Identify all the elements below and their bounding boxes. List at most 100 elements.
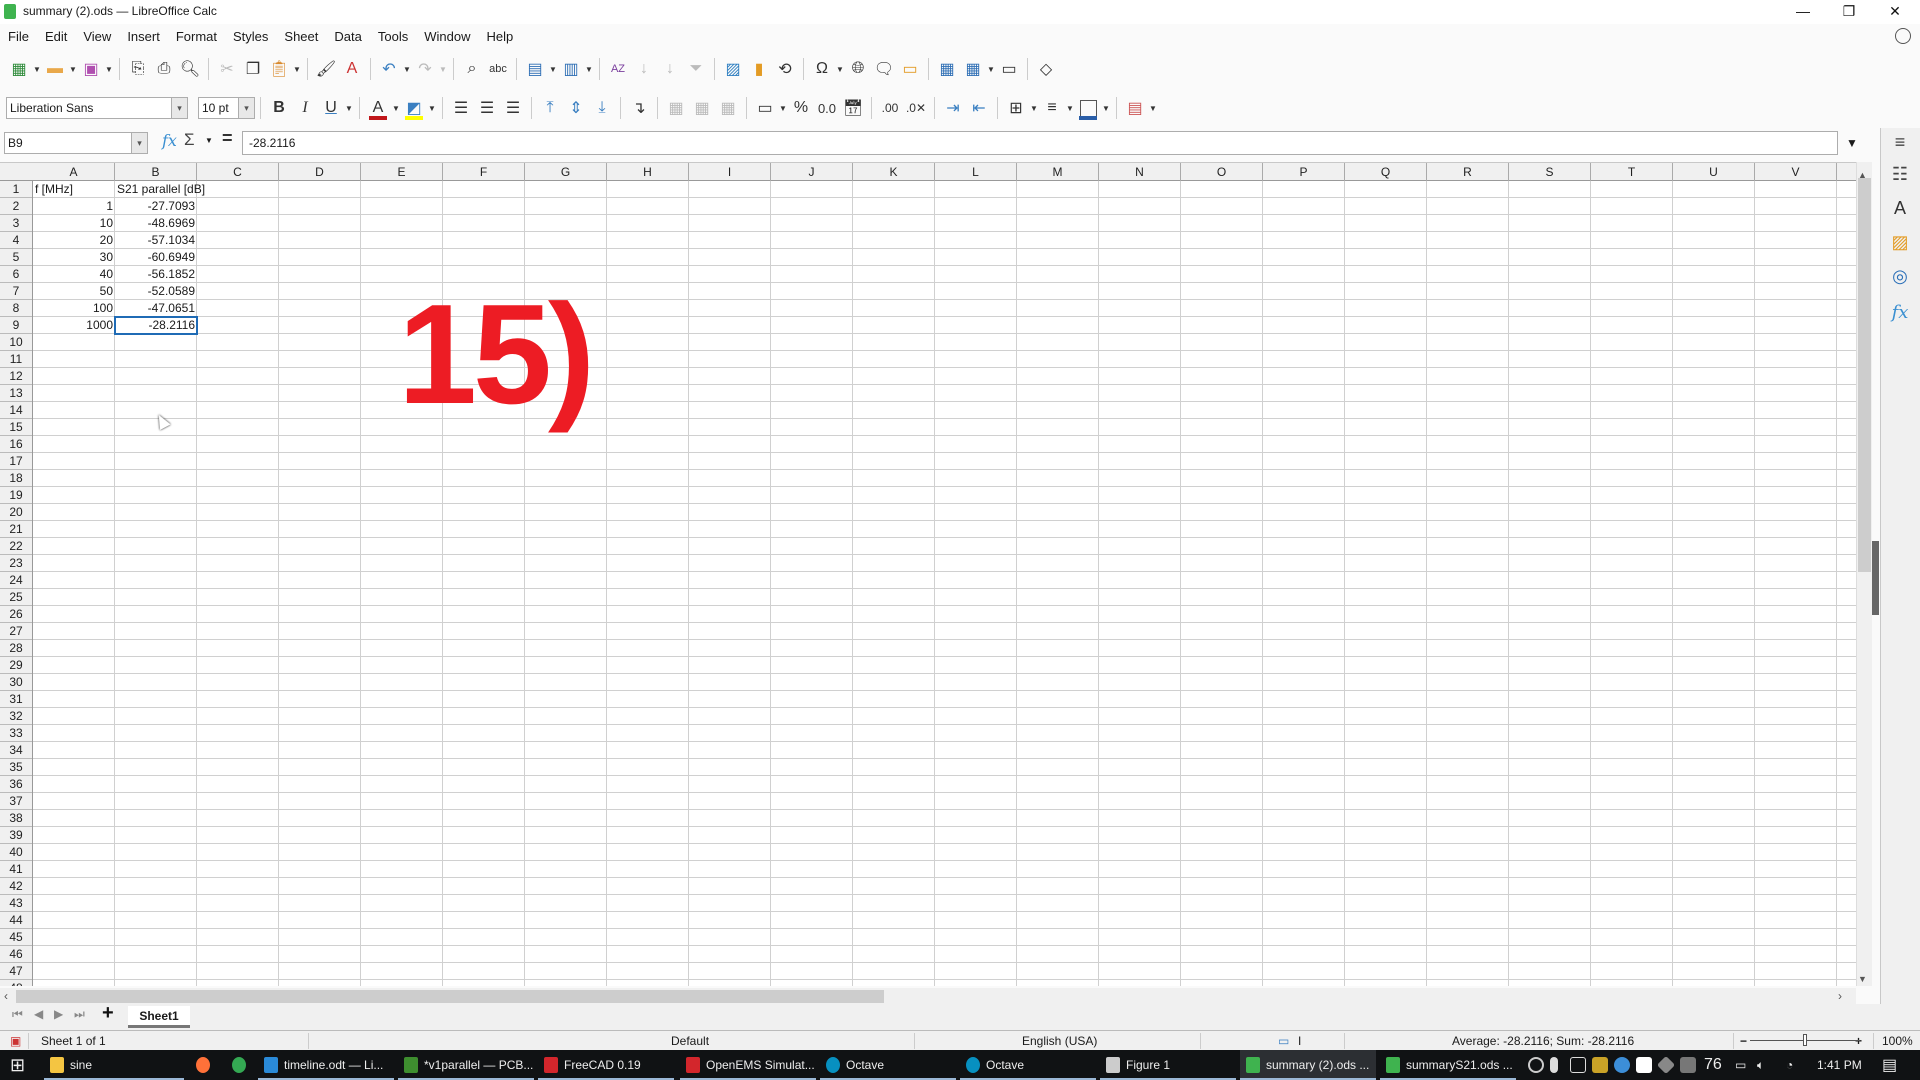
row-header-16[interactable]: 16: [0, 436, 32, 453]
align-top-icon[interactable]: ⤒: [537, 95, 563, 121]
define-print-area-icon[interactable]: ▦: [934, 56, 960, 82]
print-icon[interactable]: ⎙: [151, 56, 177, 82]
name-box[interactable]: B9 ▾: [4, 132, 148, 154]
row-header-48[interactable]: 48: [0, 980, 32, 986]
google-drive-tray-icon[interactable]: [1636, 1057, 1652, 1073]
column-header-N[interactable]: N: [1099, 163, 1181, 181]
sheet-tab-sheet1[interactable]: Sheet1: [128, 1006, 190, 1028]
row-header-40[interactable]: 40: [0, 844, 32, 861]
taskbar-item-9[interactable]: Figure 1: [1100, 1050, 1236, 1080]
new-dropdown[interactable]: ▼: [32, 56, 42, 82]
minimize-button[interactable]: —: [1780, 0, 1826, 22]
cell-B6[interactable]: -56.1852: [115, 266, 197, 283]
special-character-icon[interactable]: Ω: [809, 56, 835, 82]
menu-sheet[interactable]: Sheet: [276, 29, 326, 44]
start-button[interactable]: ⊞: [10, 1050, 25, 1080]
row-header-9[interactable]: 9: [0, 317, 32, 334]
row-header-1[interactable]: 1: [0, 181, 32, 198]
highlight-dropdown[interactable]: ▼: [427, 95, 437, 121]
sort-descending-icon[interactable]: ↓: [657, 56, 683, 82]
wrap-text-icon[interactable]: ↴: [626, 95, 652, 121]
column-header-O[interactable]: O: [1181, 163, 1263, 181]
gray-tray-icon[interactable]: [1680, 1057, 1696, 1073]
align-bottom-icon[interactable]: ⤓: [589, 95, 615, 121]
conditional-dropdown[interactable]: ▼: [1148, 95, 1158, 121]
menu-format[interactable]: Format: [168, 29, 225, 44]
column-header-V[interactable]: V: [1755, 163, 1837, 181]
row-header-35[interactable]: 35: [0, 759, 32, 776]
add-sheet-button[interactable]: +: [102, 1002, 114, 1025]
row-header-7[interactable]: 7: [0, 283, 32, 300]
row-header-10[interactable]: 10: [0, 334, 32, 351]
center-vertically-icon[interactable]: ⇕: [563, 95, 589, 121]
decrease-indent-icon[interactable]: ⇤: [966, 95, 992, 121]
cell-area[interactable]: f [MHz] S21 parallel [dB] 1 -27.7093 10 -48…: [33, 181, 1856, 986]
column-header-T[interactable]: T: [1591, 163, 1673, 181]
taskbar-item-8[interactable]: Octave: [960, 1050, 1096, 1080]
gallery-icon[interactable]: ▨: [1885, 228, 1915, 256]
currency-dropdown[interactable]: ▼: [778, 95, 788, 121]
row-header-12[interactable]: 12: [0, 368, 32, 385]
column-header-M[interactable]: M: [1017, 163, 1099, 181]
taskbar-item-0[interactable]: sine: [44, 1050, 184, 1080]
column-header-U[interactable]: U: [1673, 163, 1755, 181]
pivot-table-icon[interactable]: ⟲: [772, 56, 798, 82]
print-preview-icon[interactable]: 🔍︎: [177, 56, 203, 82]
paste-dropdown[interactable]: ▼: [292, 56, 302, 82]
increase-indent-icon[interactable]: ⇥: [940, 95, 966, 121]
cell-A8[interactable]: 100: [33, 300, 115, 317]
date-format-icon[interactable]: 📅︎: [840, 95, 866, 121]
next-sheet-icon[interactable]: ▶: [54, 1007, 63, 1021]
row-header-5[interactable]: 5: [0, 249, 32, 266]
row-header-18[interactable]: 18: [0, 470, 32, 487]
cell-B4[interactable]: -57.1034: [115, 232, 197, 249]
new-spreadsheet-icon[interactable]: ▦: [6, 56, 32, 82]
menu-file[interactable]: File: [0, 29, 37, 44]
undo-dropdown[interactable]: ▼: [402, 56, 412, 82]
cell-B1[interactable]: S21 parallel [dB]: [115, 181, 275, 198]
row-header-34[interactable]: 34: [0, 742, 32, 759]
selection-summary[interactable]: Average: -28.2116; Sum: -28.2116: [1452, 1034, 1634, 1048]
row-header-23[interactable]: 23: [0, 555, 32, 572]
border-style-dropdown[interactable]: ▼: [1065, 95, 1075, 121]
row-header-14[interactable]: 14: [0, 402, 32, 419]
column-header-H[interactable]: H: [607, 163, 689, 181]
expand-formula-bar-icon[interactable]: ▼: [1846, 136, 1858, 150]
column-header-P[interactable]: P: [1263, 163, 1345, 181]
cell-A6[interactable]: 40: [33, 266, 115, 283]
column-header-A[interactable]: A: [33, 163, 115, 181]
cell-B7[interactable]: -52.0589: [115, 283, 197, 300]
row-icon[interactable]: ▤: [522, 56, 548, 82]
row-header-46[interactable]: 46: [0, 946, 32, 963]
cell-B8[interactable]: -47.0651: [115, 300, 197, 317]
column-header-R[interactable]: R: [1427, 163, 1509, 181]
zoom-in-button[interactable]: +: [1855, 1034, 1862, 1048]
volume-icon[interactable]: 🔈︎: [1757, 1050, 1764, 1080]
insert-mode-icon[interactable]: I: [1298, 1034, 1301, 1048]
add-decimal-place-icon[interactable]: .00: [877, 95, 903, 121]
taskbar-item-10[interactable]: summary (2).ods ...: [1240, 1050, 1376, 1080]
number-format-button[interactable]: 0.0: [814, 95, 840, 121]
row-header-25[interactable]: 25: [0, 589, 32, 606]
show-draw-functions-icon[interactable]: ◇: [1033, 56, 1059, 82]
taskbar-item-3[interactable]: timeline.odt — Li...: [258, 1050, 394, 1080]
align-center-icon[interactable]: ☰: [474, 95, 500, 121]
vertical-scroll-thumb[interactable]: [1858, 178, 1871, 572]
border-style-icon[interactable]: ≡: [1039, 95, 1065, 121]
row-header-42[interactable]: 42: [0, 878, 32, 895]
row-header-30[interactable]: 30: [0, 674, 32, 691]
font-name-combo[interactable]: Liberation Sans ▾: [6, 97, 188, 119]
language-status[interactable]: English (USA): [1022, 1034, 1097, 1048]
menu-edit[interactable]: Edit: [37, 29, 75, 44]
navigator-icon[interactable]: ◎: [1885, 262, 1915, 290]
comment-icon[interactable]: 🗨︎: [871, 56, 897, 82]
row-header-15[interactable]: 15: [0, 419, 32, 436]
special-character-dropdown[interactable]: ▼: [835, 56, 845, 82]
headers-footers-icon[interactable]: ▭: [897, 56, 923, 82]
column-header-B[interactable]: B: [115, 163, 197, 181]
zoom-out-button[interactable]: −: [1740, 1034, 1747, 1048]
row-header-17[interactable]: 17: [0, 453, 32, 470]
formula-input[interactable]: -28.2116: [242, 131, 1838, 155]
zoom-level[interactable]: 100%: [1882, 1034, 1913, 1048]
sort-icon[interactable]: AZ: [605, 56, 631, 82]
